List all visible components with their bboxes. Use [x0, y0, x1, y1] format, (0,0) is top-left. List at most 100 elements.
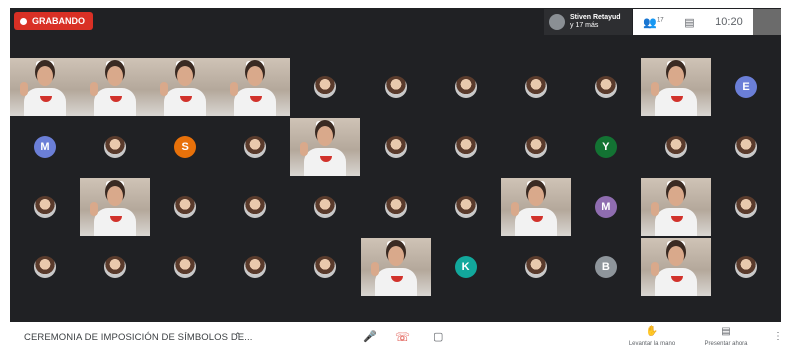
participant-video-tile[interactable]: [640, 58, 711, 116]
video-body: [654, 208, 697, 236]
participant-avatar: K: [454, 256, 477, 278]
participant-tile[interactable]: [290, 238, 360, 296]
participant-tile[interactable]: K: [431, 238, 501, 296]
participant-avatar: [524, 76, 547, 98]
participant-tile[interactable]: [220, 118, 290, 176]
participant-tile[interactable]: [361, 58, 431, 116]
participant-tile[interactable]: [501, 58, 571, 116]
video-head: [317, 126, 334, 146]
video-hand: [650, 202, 659, 216]
participant-tile[interactable]: [711, 238, 781, 296]
participant-avatar: [104, 256, 127, 278]
participant-tile[interactable]: Y: [571, 118, 641, 176]
people-icon[interactable]: 👥17: [643, 16, 663, 29]
presenter-avatar: [549, 14, 565, 30]
video-head: [667, 246, 684, 266]
participant-tile[interactable]: [501, 238, 571, 296]
participant-tile[interactable]: [431, 178, 501, 236]
participant-tile[interactable]: E: [711, 58, 781, 116]
more-options-icon[interactable]: ⋮: [773, 331, 783, 342]
participant-avatar: [174, 196, 197, 218]
video-body: [304, 148, 347, 176]
participant-tile[interactable]: [501, 118, 571, 176]
participant-tile[interactable]: [10, 178, 80, 236]
participant-tile[interactable]: [220, 238, 290, 296]
participant-tile[interactable]: S: [150, 118, 220, 176]
video-hand: [510, 202, 519, 216]
top-toolstrip: 👥17 ▤ 10:20: [633, 9, 753, 35]
raise-hand-button[interactable]: ✋ Levantar la mano: [622, 326, 682, 347]
participant-avatar: E: [735, 76, 757, 98]
participant-tile[interactable]: [80, 118, 150, 176]
camera-icon[interactable]: ▢: [433, 330, 443, 343]
participant-avatar: Y: [594, 136, 617, 158]
participant-tile[interactable]: [431, 58, 501, 116]
participant-avatar: [34, 196, 56, 218]
participant-video-tile[interactable]: [640, 178, 711, 236]
participant-tile[interactable]: [711, 118, 781, 176]
participant-video-tile[interactable]: [360, 238, 431, 296]
participant-avatar: [314, 256, 337, 278]
participant-video-tile[interactable]: [150, 58, 221, 116]
participant-video-tile[interactable]: [500, 178, 571, 236]
participant-video-tile[interactable]: [640, 238, 711, 296]
video-head: [667, 186, 684, 206]
participant-avatar: [384, 76, 407, 98]
hand-icon: ✋: [645, 326, 659, 337]
participant-tile[interactable]: [290, 58, 360, 116]
participant-tile[interactable]: [150, 178, 220, 236]
participant-avatar: [594, 76, 617, 98]
chat-icon[interactable]: ▤: [684, 16, 694, 29]
participant-tile[interactable]: B: [571, 238, 641, 296]
participant-avatar: [384, 196, 407, 218]
participant-avatar: [244, 256, 267, 278]
chevron-up-icon[interactable]: ⌃: [234, 331, 242, 342]
participant-grid: E M S Y M K B: [10, 58, 781, 298]
participant-video-tile[interactable]: [10, 58, 80, 116]
video-body: [654, 88, 697, 116]
recording-label: GRABANDO: [32, 16, 85, 26]
participant-avatar: B: [594, 256, 617, 278]
participant-avatar: [454, 136, 477, 158]
participant-video-tile[interactable]: [290, 118, 361, 176]
participant-tile[interactable]: [641, 118, 711, 176]
participant-tile[interactable]: [220, 178, 290, 236]
participant-tile[interactable]: M: [571, 178, 641, 236]
presenter-chip[interactable]: Stiven Retayud y 17 más: [544, 9, 632, 35]
participant-tile[interactable]: [361, 118, 431, 176]
video-head: [527, 186, 544, 206]
participant-avatar: [244, 136, 267, 158]
present-now-button[interactable]: ▤ Presentar ahora: [696, 326, 756, 347]
participant-tile[interactable]: [290, 178, 360, 236]
participant-tile[interactable]: [571, 58, 641, 116]
video-head: [387, 246, 404, 266]
participant-avatar: [664, 136, 687, 158]
participant-tile[interactable]: [80, 238, 150, 296]
participant-tile[interactable]: [361, 178, 431, 236]
participant-video-tile[interactable]: [80, 58, 151, 116]
participant-avatar: [524, 256, 547, 278]
bottom-bar: CEREMONIA DE IMPOSICIÓN DE SÍMBOLOS DE..…: [10, 322, 783, 354]
participant-tile[interactable]: [10, 238, 80, 296]
video-hand: [650, 262, 659, 276]
participant-tile[interactable]: M: [10, 118, 80, 176]
video-hand: [230, 82, 239, 96]
self-view-thumbnail[interactable]: [753, 9, 781, 35]
video-hand: [90, 202, 99, 216]
video-head: [247, 66, 264, 86]
record-dot-icon: [20, 17, 27, 25]
participant-tile[interactable]: [431, 118, 501, 176]
participant-tile[interactable]: [711, 178, 781, 236]
participant-video-tile[interactable]: [80, 178, 151, 236]
participant-avatar: [735, 136, 757, 158]
participant-tile[interactable]: [150, 238, 220, 296]
video-hand: [20, 82, 28, 96]
participant-avatar: [104, 136, 127, 158]
participant-avatar: [314, 196, 337, 218]
meeting-title[interactable]: CEREMONIA DE IMPOSICIÓN DE SÍMBOLOS DE..…: [24, 332, 252, 343]
hangup-icon[interactable]: ☏: [395, 330, 410, 344]
participant-avatar: M: [594, 196, 617, 218]
mic-icon[interactable]: 🎤: [363, 330, 377, 343]
participant-avatar: [735, 196, 757, 218]
participant-video-tile[interactable]: [220, 58, 291, 116]
